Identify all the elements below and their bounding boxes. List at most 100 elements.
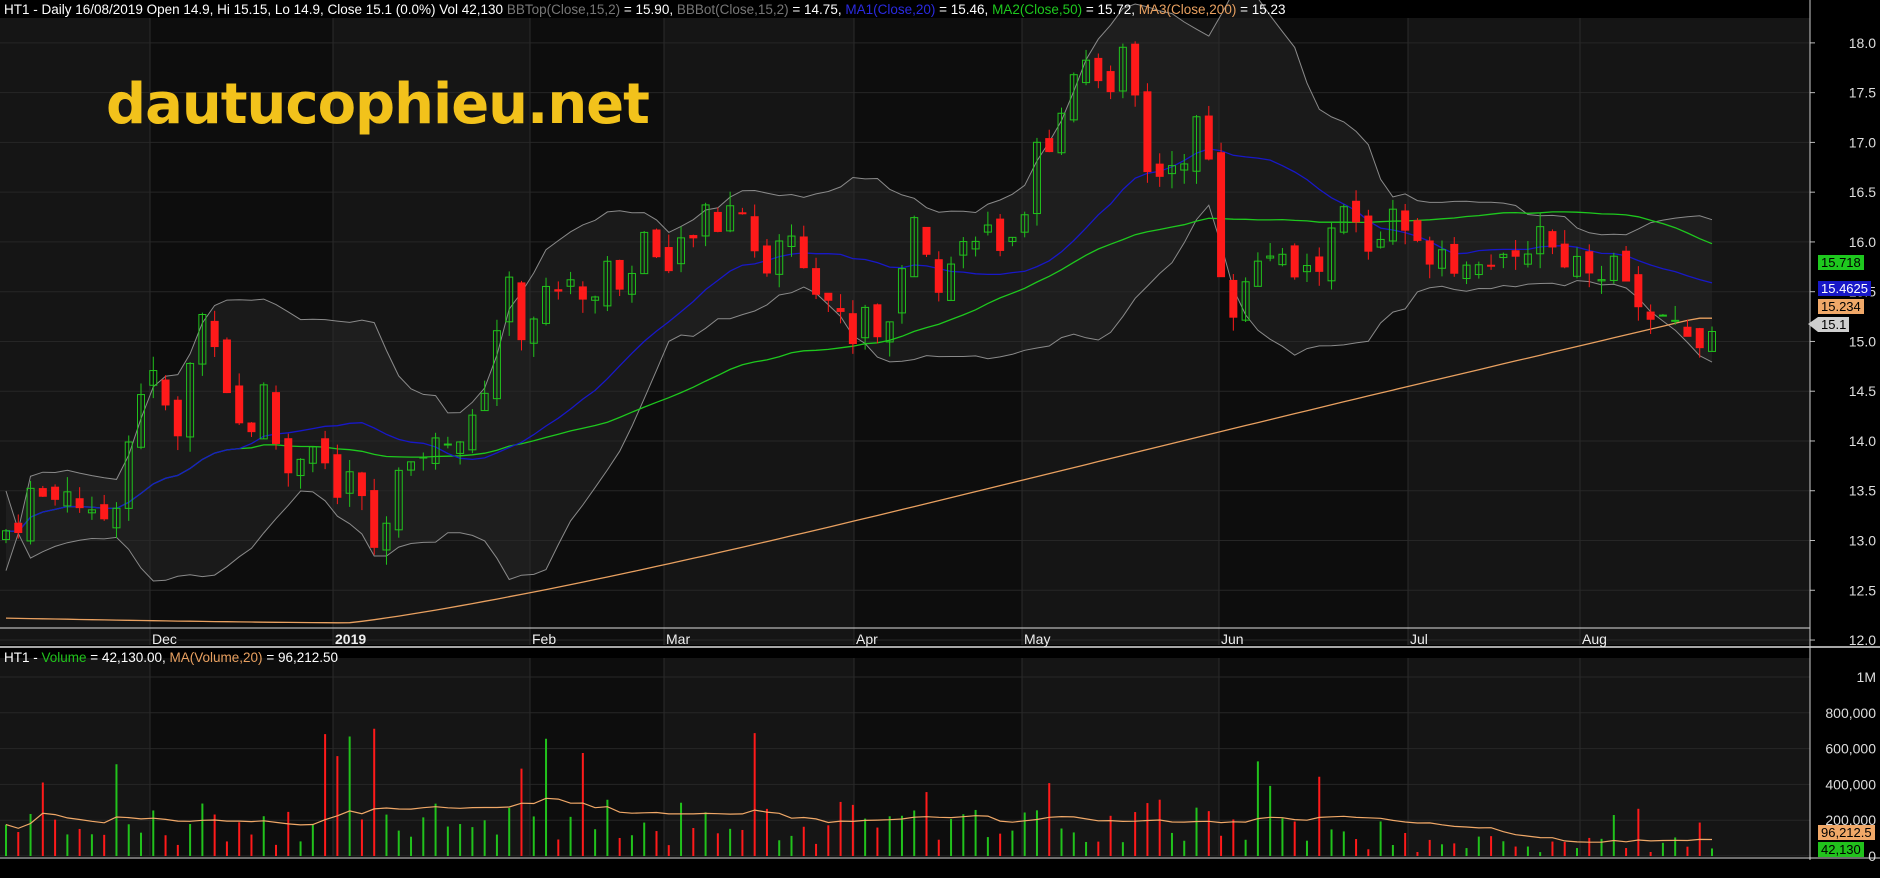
price-tick-label: 14.0 <box>1849 433 1876 449</box>
candle-body <box>615 259 624 290</box>
ma3-label: MA3(Close,200) <box>1138 2 1237 17</box>
candle-body <box>1450 243 1459 274</box>
candle-body <box>1658 314 1667 317</box>
volume-panel <box>0 658 1810 857</box>
price-tick-label: 16.5 <box>1849 184 1876 200</box>
candle-body <box>1131 43 1140 96</box>
volume-tick-label: 600,000 <box>1825 741 1876 757</box>
bbtop-value: = 15.90, <box>620 2 674 17</box>
candle-body <box>1401 210 1410 231</box>
candle-body <box>14 522 23 534</box>
volume-tick-label: 400,000 <box>1825 776 1876 792</box>
month-band <box>1408 18 1580 645</box>
ma2-label: MA2(Close,50) <box>992 2 1083 17</box>
volume-ma-tag: 96,212.5 <box>1818 825 1875 840</box>
price-tick-label: 13.0 <box>1849 533 1876 549</box>
ma2-value: = 15.72, <box>1082 2 1136 17</box>
candle-body <box>873 304 882 338</box>
candle-body <box>1634 274 1643 308</box>
date-tick-label: Apr <box>856 631 878 647</box>
date-tick-label: May <box>1024 631 1050 647</box>
candle-body <box>1683 326 1692 337</box>
price-tick-label: 17.5 <box>1849 85 1876 101</box>
ma1-value: = 15.46, <box>935 2 989 17</box>
ma1-label: MA1(Close,20) <box>845 2 936 17</box>
candle-body <box>272 392 281 444</box>
candle-body <box>996 218 1005 251</box>
candle-body <box>1646 311 1655 320</box>
candle-body <box>578 286 587 300</box>
candle-body <box>1671 319 1680 322</box>
candle-body <box>689 235 698 239</box>
date-tick-label: Mar <box>666 631 690 647</box>
date-tick-label: Dec <box>152 631 177 647</box>
candle-body <box>1106 71 1115 93</box>
candle-body <box>922 226 931 255</box>
ma2-value-tag: 15.718 <box>1818 255 1864 270</box>
candle-body <box>799 236 808 269</box>
candle-body <box>222 339 231 394</box>
candle-body <box>1425 240 1434 265</box>
candle-body <box>1560 243 1569 268</box>
candle-body <box>247 422 256 433</box>
volume-tag: 42,130 <box>1818 842 1864 857</box>
candle-body <box>762 245 771 274</box>
price-tick-label: 15.0 <box>1849 333 1876 349</box>
candle-body <box>235 385 244 424</box>
candle-body <box>934 259 943 293</box>
candle-body <box>1364 215 1373 252</box>
candle-body <box>370 490 379 548</box>
candle-body <box>284 438 293 474</box>
price-tick-label: 12.5 <box>1849 582 1876 598</box>
candle-body <box>1290 245 1299 278</box>
candle-body <box>836 308 845 312</box>
candle-body <box>1094 57 1103 82</box>
candle-body <box>1511 250 1520 257</box>
candle-body <box>1548 231 1557 248</box>
candle-body <box>357 472 366 497</box>
candle-body <box>1585 251 1594 274</box>
price-tick-label: 16.0 <box>1849 234 1876 250</box>
candle-body <box>100 504 109 520</box>
header-symbol: HT1 - Daily 16/08/2019 Open 14.9, Hi 15.… <box>4 2 504 17</box>
price-tick-label: 18.0 <box>1849 35 1876 51</box>
candle-body <box>1155 163 1164 177</box>
candle-body <box>1045 138 1054 153</box>
volume-header: HT1 - Volume = 42,130.00, MA(Volume,20) … <box>4 650 338 666</box>
candle-body <box>1143 91 1152 173</box>
candle-body <box>664 247 673 272</box>
month-band <box>150 658 333 856</box>
candle-body <box>812 268 821 295</box>
candle-body <box>161 379 170 406</box>
candle-body <box>1315 256 1324 272</box>
candle-body <box>51 486 60 500</box>
volume-tick-label: 1M <box>1857 669 1876 685</box>
month-band <box>1408 658 1580 856</box>
bbbot-value: = 14.75, <box>788 2 842 17</box>
candle-body <box>554 289 563 292</box>
volume-label: Volume <box>41 650 87 665</box>
date-tick-label: Jul <box>1410 631 1428 647</box>
bbbot-label: BBBot(Close,15,2) <box>676 2 789 17</box>
ma1-value-tag: 15.4625 <box>1818 281 1871 296</box>
volume-ma-label: MA(Volume,20) <box>169 650 263 665</box>
candle-body <box>1487 264 1496 267</box>
price-tick-label: 13.5 <box>1849 483 1876 499</box>
price-header: HT1 - Daily 16/08/2019 Open 14.9, Hi 15.… <box>4 2 1286 18</box>
month-band <box>854 658 1022 856</box>
candle-body <box>750 216 759 252</box>
price-tick-label: 14.5 <box>1849 383 1876 399</box>
ma3-value: = 15.23 <box>1236 2 1286 17</box>
close-price-tag: 15.1 <box>1818 317 1850 332</box>
date-tick-label: Aug <box>1582 631 1607 647</box>
month-band <box>664 658 854 856</box>
candle-body <box>1229 279 1238 318</box>
volume-tick-label: 800,000 <box>1825 705 1876 721</box>
candle-body <box>75 498 84 509</box>
candle-body <box>210 320 219 348</box>
volume-value: = 42,130.00, <box>86 650 166 665</box>
candle-body <box>173 399 182 437</box>
price-tick-label: 12.0 <box>1849 632 1876 648</box>
candle-body <box>1413 220 1422 241</box>
candle-body <box>1622 250 1631 282</box>
